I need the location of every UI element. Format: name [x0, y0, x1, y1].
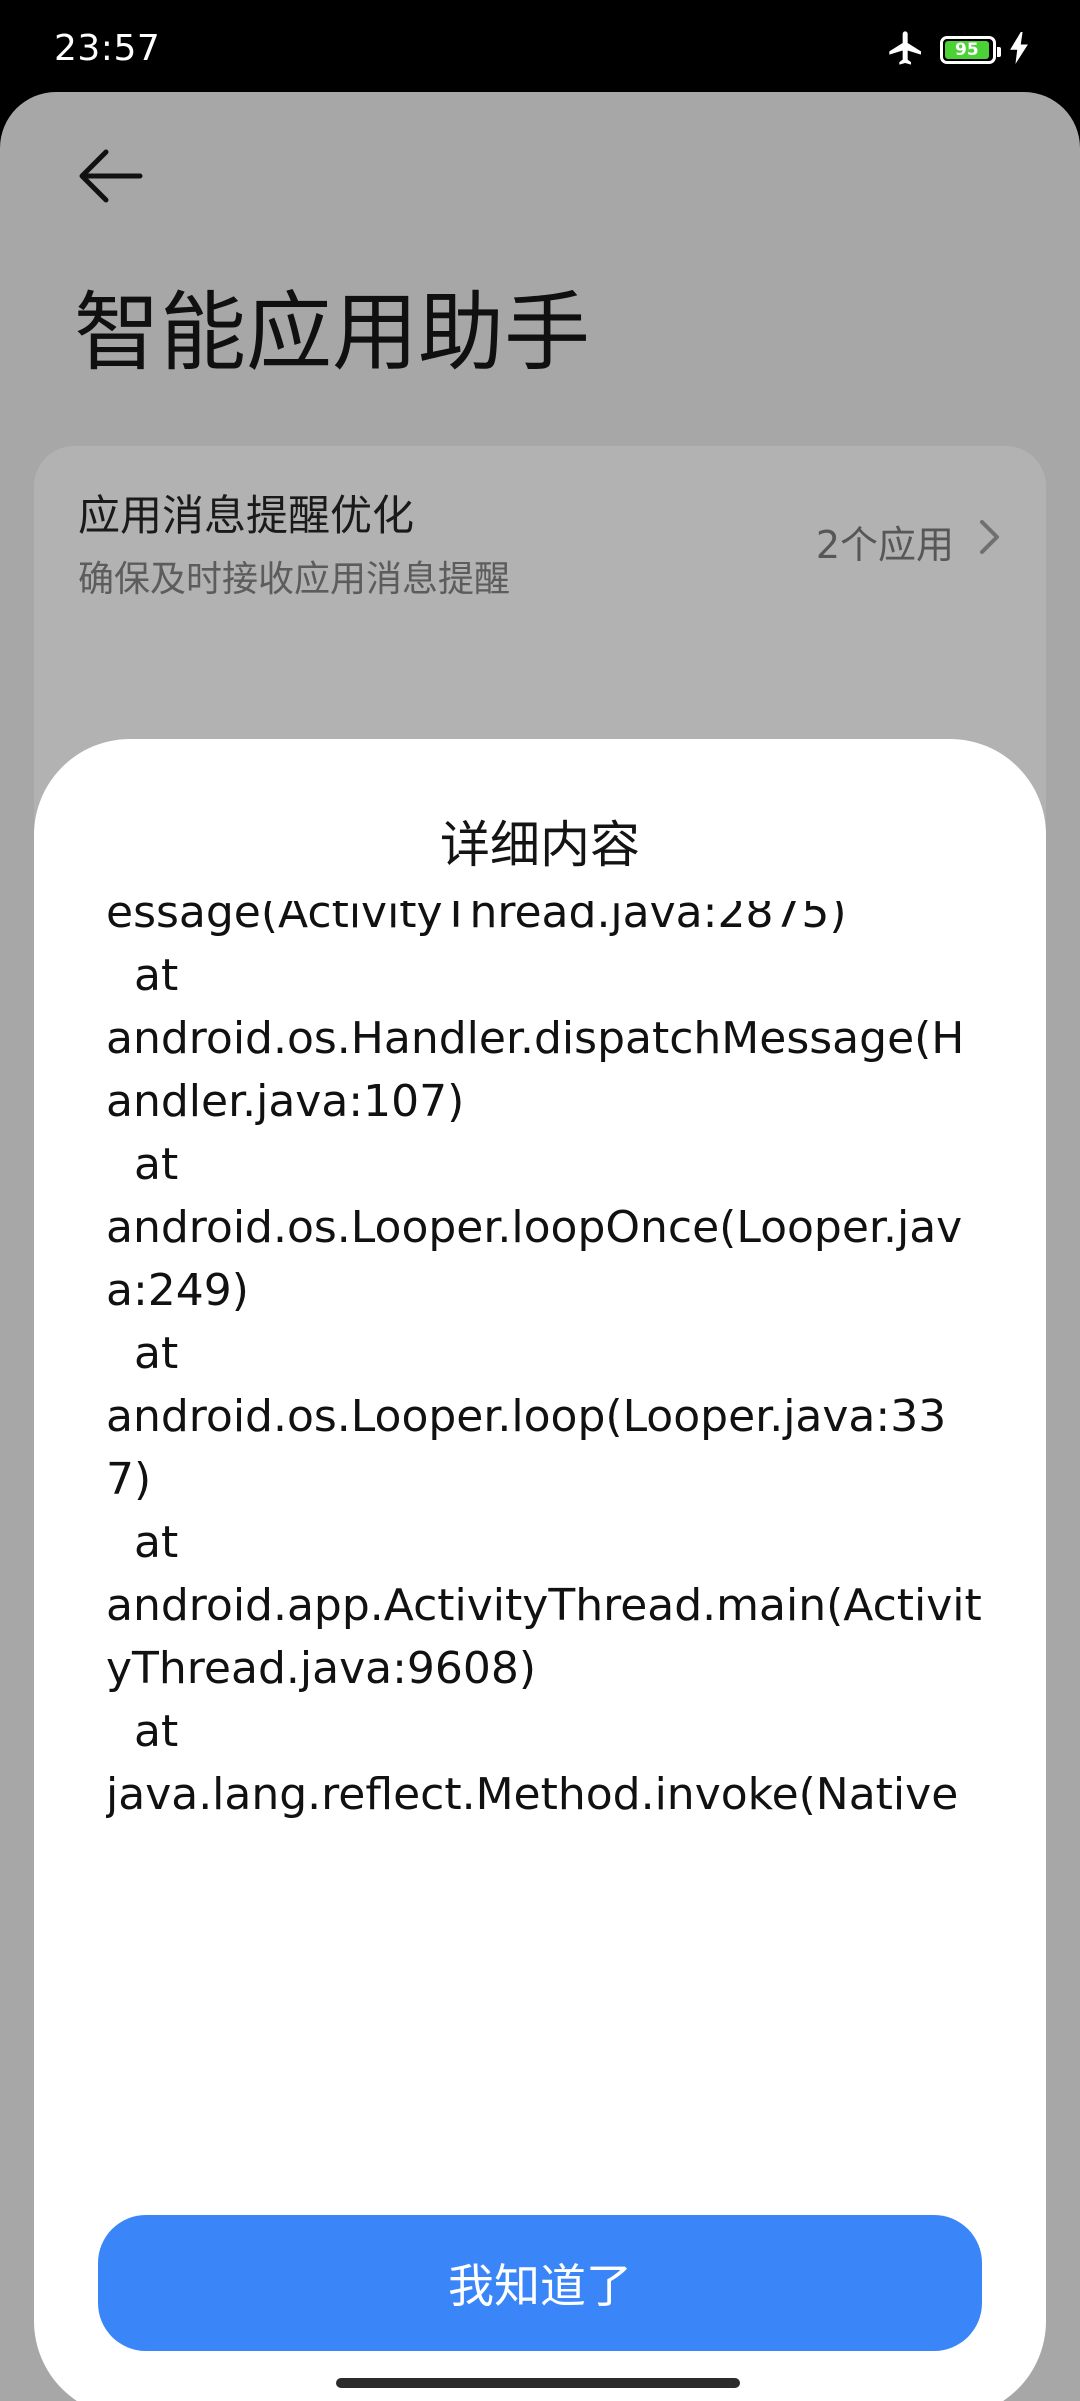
- log-text: essage(ActivityThread.java:2875) at andr…: [106, 901, 982, 1837]
- log-scroll-area[interactable]: essage(ActivityThread.java:2875) at andr…: [106, 901, 1006, 1837]
- home-indicator[interactable]: [336, 2378, 740, 2388]
- settings-screen: 智能应用助手 应用消息提醒优化 确保及时接收应用消息提醒 2个应用 详细内容 e…: [0, 92, 1080, 2401]
- battery-percent: 95: [955, 41, 979, 59]
- battery-level: 95: [945, 41, 989, 59]
- back-button[interactable]: [70, 136, 150, 216]
- chevron-right-icon: [968, 512, 1008, 562]
- card-value: 2个应用: [815, 523, 954, 567]
- charging-icon: [1010, 32, 1028, 68]
- status-bar: 23:57 95: [0, 0, 1080, 92]
- battery-icon: 95: [940, 36, 1001, 64]
- card-title: 应用消息提醒优化: [78, 491, 415, 540]
- page-title: 智能应用助手: [74, 283, 590, 383]
- dialog-title: 详细内容: [440, 816, 640, 874]
- airplane-icon: [886, 28, 926, 72]
- status-icons: 95: [886, 30, 1028, 70]
- confirm-button[interactable]: 我知道了: [98, 2215, 982, 2351]
- card-subtitle: 确保及时接收应用消息提醒: [78, 559, 511, 600]
- status-time: 23:57: [54, 28, 161, 69]
- back-arrow-icon: [79, 149, 143, 203]
- detail-dialog: 详细内容 essage(ActivityThread.java:2875) at…: [34, 739, 1046, 2401]
